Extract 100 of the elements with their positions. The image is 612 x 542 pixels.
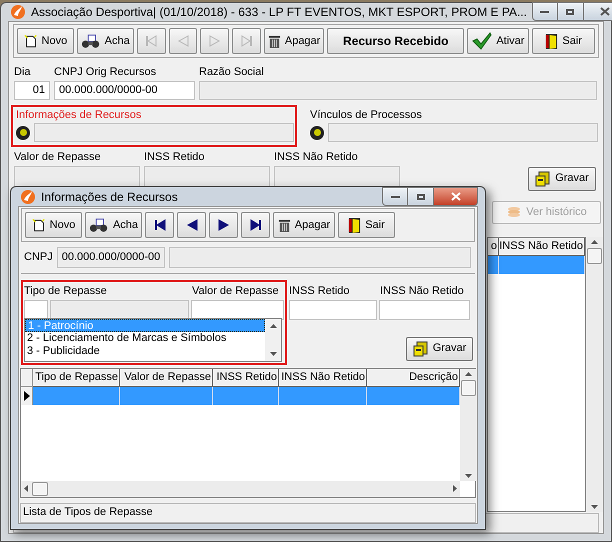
amount-field[interactable]: [144, 166, 270, 186]
last-record-icon: [240, 34, 254, 48]
column-header[interactable]: o: [488, 238, 499, 256]
scroll-left-icon: [24, 485, 28, 492]
checkmark-icon: [472, 32, 492, 50]
scroll-down-icon: [465, 474, 472, 478]
field-label: Valor de Repasse: [192, 284, 279, 299]
field-label: Dia: [14, 65, 32, 80]
door-icon: [545, 32, 558, 50]
list-scrollbar[interactable]: [265, 318, 281, 360]
exit-button[interactable]: Sair: [532, 28, 596, 54]
scroll-down-icon: [591, 504, 598, 508]
dropdown-list[interactable]: 1 - Patrocínio 2 - Licenciamento de Marcas e Símbolos 3 - Publicidade: [24, 318, 282, 362]
section-field[interactable]: [328, 123, 598, 142]
field-label: CNPJ Orig Recursos: [54, 65, 158, 80]
close-button[interactable]: [434, 187, 478, 206]
trash-icon: [278, 218, 291, 232]
column-header[interactable]: Descrição: [367, 368, 460, 386]
company-field[interactable]: [168, 247, 471, 268]
cnpj-field[interactable]: 00.000.000/0000-00: [56, 247, 165, 268]
first-record-icon: [144, 34, 158, 48]
vertical-scrollbar[interactable]: [460, 368, 477, 480]
radio-button[interactable]: [310, 126, 324, 140]
scroll-thumb[interactable]: [461, 380, 476, 396]
close-icon: [600, 7, 610, 16]
find-button[interactable]: Acha: [76, 28, 134, 54]
door-icon: [348, 216, 362, 234]
field-label: INSS Não Retido: [380, 284, 464, 299]
type-field[interactable]: [50, 300, 189, 320]
previous-record-icon: [176, 34, 190, 48]
scroll-up-icon: [270, 324, 276, 328]
last-record-icon: [248, 218, 262, 232]
next-button[interactable]: [209, 212, 238, 238]
row-indicator[interactable]: [21, 386, 33, 404]
amount-field[interactable]: [14, 166, 140, 186]
find-button[interactable]: Acha: [85, 212, 142, 238]
save-button[interactable]: Gravar: [528, 166, 596, 190]
last-button[interactable]: [241, 212, 270, 238]
delete-button[interactable]: Apagar: [273, 212, 335, 238]
field-label: Vínculos de Processos: [310, 108, 423, 122]
column-header[interactable]: INSS Não Retido: [499, 238, 585, 256]
prev-button[interactable]: [177, 212, 206, 238]
column-header[interactable]: INSS Não Retido: [279, 368, 367, 386]
save-button[interactable]: Gravar: [406, 336, 473, 360]
vertical-scrollbar[interactable]: [586, 236, 603, 512]
dropdown-option[interactable]: 2 - Licenciamento de Marcas e Símbolos: [25, 332, 265, 344]
radio-button[interactable]: [16, 126, 30, 140]
amount-field[interactable]: [379, 300, 470, 320]
column-header[interactable]: INSS Retido: [213, 368, 279, 386]
cabinet-icon: [412, 340, 429, 356]
window-title: Informações de Recursos: [41, 188, 178, 206]
column-header[interactable]: Tipo de Repasse: [33, 368, 120, 386]
new-button[interactable]: Novo: [17, 28, 74, 54]
amount-field[interactable]: [289, 300, 377, 320]
row-pointer-icon: [24, 390, 30, 400]
field-label: INSS Retido: [289, 284, 351, 299]
section-field[interactable]: [34, 123, 294, 142]
minimize-button[interactable]: [532, 2, 558, 21]
maximize-button[interactable]: [558, 2, 584, 21]
new-button[interactable]: Novo: [25, 212, 82, 238]
scroll-up-icon: [465, 372, 472, 376]
razao-social-field[interactable]: [199, 80, 597, 100]
code-field[interactable]: [24, 300, 48, 320]
minimize-button[interactable]: [382, 187, 408, 206]
field-label: Informações de Recursos: [16, 108, 142, 122]
scroll-thumb[interactable]: [587, 248, 602, 264]
status-bar: Lista de Tipos de Repasse: [20, 502, 476, 522]
table-row[interactable]: [21, 386, 460, 404]
maximize-button[interactable]: [408, 187, 434, 206]
column-header[interactable]: Valor de Repasse: [120, 368, 213, 386]
cnpj-field[interactable]: 00.000.000/0000-00: [54, 80, 195, 100]
exit-button[interactable]: Sair: [338, 212, 395, 238]
previous-record-icon: [184, 218, 198, 232]
scroll-thumb[interactable]: [32, 482, 48, 496]
binoculars-icon: [80, 34, 101, 48]
amount-field[interactable]: [274, 166, 400, 186]
field-label: INSS Retido: [144, 150, 206, 165]
field-label: Valor de Repasse: [14, 150, 102, 165]
binoculars-icon: [88, 218, 109, 232]
horizontal-scrollbar[interactable]: [21, 480, 460, 496]
delete-button[interactable]: Apagar: [264, 28, 324, 54]
next-record-icon: [208, 34, 222, 48]
new-page-icon: [32, 218, 46, 232]
app-logo-icon: [10, 4, 26, 20]
row-indicator-header: [21, 368, 33, 386]
recurso-button[interactable]: Recurso Recebido: [327, 28, 464, 54]
first-button[interactable]: [145, 212, 174, 238]
window-title: Associação Desportiva| (01/10/2018) - 633 - LP FT EVENTOS, MKT ESPORT, PROM E PA...: [31, 4, 527, 21]
field-label: INSS Não Retido: [274, 150, 359, 165]
cabinet-icon: [535, 170, 552, 186]
new-page-icon: [24, 34, 38, 48]
scroll-up-icon: [591, 240, 598, 244]
scroll-right-icon: [453, 485, 457, 492]
coins-icon: [506, 206, 522, 218]
first-record-icon: [152, 218, 166, 232]
amount-field[interactable]: [191, 300, 284, 320]
activate-button[interactable]: Ativar: [467, 28, 530, 54]
close-icon: [450, 192, 460, 201]
dropdown-option[interactable]: 3 - Publicidade: [25, 344, 265, 358]
day-field[interactable]: 01: [14, 80, 50, 100]
